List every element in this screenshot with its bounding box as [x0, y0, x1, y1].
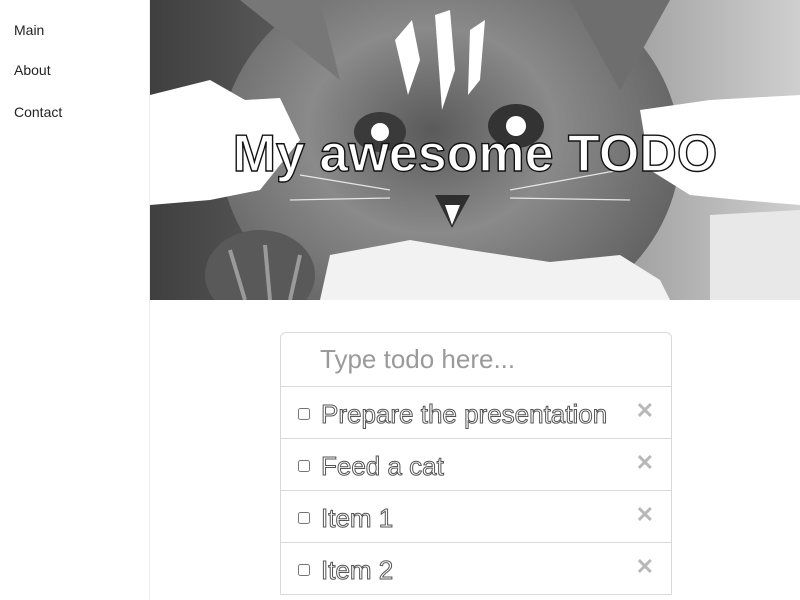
sidebar-item-contact[interactable]: Contact — [0, 82, 149, 124]
todo-label: Prepare the presentation — [320, 399, 608, 430]
sidebar: Main About Contact — [0, 0, 150, 600]
page-title: My awesome TODO — [232, 124, 718, 183]
todo-label: Item 2 — [320, 555, 394, 586]
todo-input[interactable] — [281, 333, 671, 387]
delete-icon[interactable]: ✕ — [636, 399, 654, 423]
delete-icon[interactable]: ✕ — [636, 503, 654, 527]
delete-icon[interactable]: ✕ — [636, 451, 654, 475]
todo-checkbox[interactable] — [298, 460, 310, 472]
todo-label: Item 1 — [320, 503, 394, 534]
todo-list: Prepare the presentation ✕ Feed a cat ✕ … — [280, 332, 672, 595]
todo-item: Prepare the presentation ✕ — [281, 387, 671, 439]
todo-item: Item 1 ✕ — [281, 491, 671, 543]
sidebar-item-about[interactable]: About — [0, 40, 149, 82]
todo-item: Item 2 ✕ — [281, 543, 671, 595]
todo-item: Feed a cat ✕ — [281, 439, 671, 491]
sidebar-item-main[interactable]: Main — [0, 0, 149, 40]
hero-banner: My awesome TODO — [150, 0, 800, 300]
todo-checkbox[interactable] — [298, 408, 310, 420]
todo-checkbox[interactable] — [298, 564, 310, 576]
delete-icon[interactable]: ✕ — [636, 555, 654, 579]
todo-label: Feed a cat — [321, 451, 445, 482]
todo-checkbox[interactable] — [298, 512, 310, 524]
